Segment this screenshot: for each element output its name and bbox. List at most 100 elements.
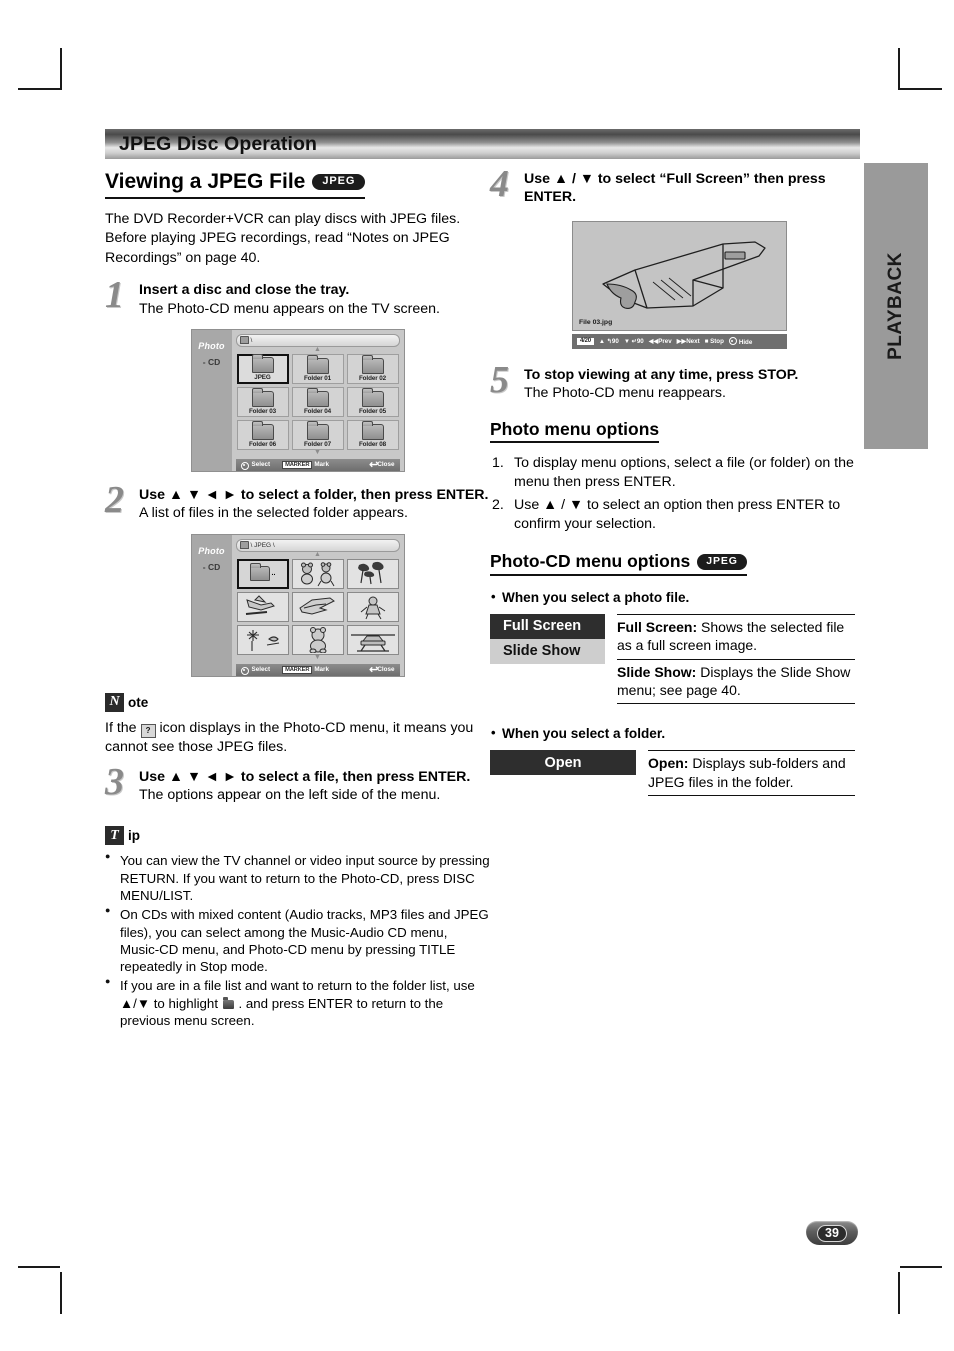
fullscreen-status-bar: 4/20 ▲ ↰90 ▼ ↵90 ◀◀Prev ▶▶Next ■ Stop Hi… [572,333,787,349]
folder-cell-label: Folder 02 [358,374,387,382]
fullscreen-photo-image: File 03.jpg [572,220,787,331]
section-banner: JPEG Disc Operation [105,129,860,159]
scroll-down-arrow-icon[interactable]: ▼ [236,449,400,457]
file-menu-path-bar: \ JPEG \ [235,538,400,552]
folder-cell[interactable]: Folder 06 [236,419,289,450]
file-menu-sidebar: Photo - CD [191,534,232,676]
folder-icon [251,420,274,440]
folder-grid: JPEG Folder 01 Folder 02 Folder 03 Folde… [236,353,400,450]
thumbnail-cell-space-shuttle[interactable] [291,591,344,622]
scroll-up-arrow-icon[interactable]: ▲ [236,551,400,559]
tip-item: On CDs with mixed content (Audio tracks,… [105,905,490,975]
folder-icon [239,336,249,345]
file-menu-sidebar-sub: - CD [202,561,221,572]
thumbnail-cell-clown[interactable] [346,591,399,622]
space-shuttle-illustration-icon [602,241,766,309]
status-select-label: Select [251,666,271,674]
rotate-ccw-control[interactable]: ▼ ↵90 [624,338,644,345]
folder-cell[interactable]: JPEG [236,353,289,384]
thumbnail-cell-trees[interactable] [346,558,399,589]
car-thumbnail-icon [350,634,395,652]
step-1: 1 Insert a disc and close the tray. The … [105,276,490,318]
option-description-row: Full Screen: Shows the selected file as … [617,613,855,659]
scroll-up-arrow-icon[interactable]: ▲ [236,346,400,354]
step-4-number: 4 [490,163,509,205]
prev-control[interactable]: ◀◀Prev [649,338,672,345]
file-menu-path: \ JPEG \ [250,541,275,549]
clown-thumbnail-icon [360,596,385,620]
folder-icon [361,354,384,374]
fireworks-thumbnail-icon [246,629,279,651]
photo-menu-options-list: To display menu options, select a file (… [490,454,855,534]
thumbnail-cell-fireworks[interactable] [236,624,289,655]
folder-cell[interactable]: Folder 03 [236,386,289,417]
option-term: Full Screen: [617,618,698,635]
option-slide-show[interactable]: Slide Show [490,638,605,664]
folder-cell-label: Folder 01 [303,374,332,382]
option-description-row: Slide Show: Displays the Slide Show menu… [617,658,855,705]
crop-mark-top-left-h [18,88,60,90]
folder-menu-status-bar: Select MARKER Mark ↩ Close [235,458,400,472]
enter-circle-icon [240,461,249,470]
scroll-down-arrow-icon[interactable]: ▼ [236,654,400,662]
tip-item: If you are in a file list and want to re… [105,976,490,1029]
folder-icon [361,420,384,440]
folder-menu-screenshot: Photo - CD \ ▲ JPEG Folder 01 Folder 02 … [190,328,405,472]
step-2-title: Use ▲ ▼ ◄ ► to select a folder, then pre… [139,486,489,503]
step-1-title: Insert a disc and close the tray. [139,282,350,299]
rotate-cw-label: 90 [611,337,619,345]
airplane-thumbnail-icon [245,595,275,615]
option-term: Slide Show: [617,663,697,680]
folder-icon [361,387,384,407]
note-text: If the ? icon displays in the Photo-CD m… [105,719,490,758]
right-column: 4 Use ▲ / ▼ to select “Full Screen” then… [490,165,855,797]
crop-mark-bottom-right-h [900,1266,942,1268]
photo-menu-options-item: To display menu options, select a file (… [492,454,854,490]
step-2-number: 2 [105,478,124,521]
thumbnail-cell-car[interactable] [346,624,399,655]
folder-icon [251,387,274,407]
folder-menu-sidebar: Photo - CD [191,329,232,471]
folder-option-descriptions: Open: Displays sub-folders and JPEG file… [648,750,855,797]
tip-glyph-icon: T [105,826,124,846]
thumbnail-cell-airplane-small[interactable] [236,591,289,622]
question-mark-icon: ? [140,723,156,738]
rotate-cw-control[interactable]: ▲ ↰90 [599,338,619,345]
photo-file-option-descriptions: Full Screen: Shows the selected file as … [617,613,855,705]
return-arrow-icon: ↩ [369,459,378,472]
folder-cell[interactable]: Folder 02 [346,353,399,384]
note-text-after: icon displays in the Photo-CD menu, it m… [105,719,474,756]
next-control[interactable]: ▶▶Next [677,338,700,345]
crop-mark-bottom-left-h [18,1266,60,1268]
fullscreen-photo-figure: File 03.jpg 4/20 ▲ ↰90 ▼ ↵90 ◀◀Prev ▶▶Ne… [572,220,787,349]
step-5: 5 To stop viewing at any time, press STO… [490,361,855,403]
thumbnail-cell-teddy-bears[interactable] [291,558,344,589]
return-arrow-icon: ↩ [369,664,378,677]
folder-cell[interactable]: Folder 04 [291,386,344,417]
step-5-desc: The Photo-CD menu reappears. [524,385,726,402]
folder-cell-label: Folder 08 [358,440,387,448]
option-open[interactable]: Open [490,750,636,776]
photocd-menu-options-heading: Photo-CD menu options JPEG [490,551,747,576]
folder-icon [306,387,329,407]
note-label: ote [128,694,149,710]
photo-file-option-menu: Full Screen Slide Show [490,613,605,705]
folder-cell[interactable]: Folder 01 [291,353,344,384]
note-glyph-icon: N [105,692,124,712]
page-title: Viewing a JPEG File JPEG [105,170,366,200]
stop-control[interactable]: ■ Stop [705,338,724,345]
folder-cell[interactable]: Folder 08 [346,419,399,450]
viewing-jpeg-heading-wrap: Viewing a JPEG File JPEG [105,170,490,200]
folder-icon [306,420,329,440]
hide-control[interactable]: Hide [728,336,752,346]
folder-cell[interactable]: Folder 05 [346,386,399,417]
folder-cell[interactable]: Folder 07 [291,419,344,450]
option-full-screen[interactable]: Full Screen [490,613,605,639]
marker-key-icon: MARKER [282,460,313,469]
photocd-menu-options-heading-text: Photo-CD menu options [490,551,691,572]
teddy-bears-thumbnail-icon [300,562,334,587]
jpeg-badge: JPEG [312,173,366,191]
thumbnail-cell-teddy-bear-sitting[interactable] [291,624,344,655]
thumbnail-cell-up-folder[interactable]: .. [236,558,289,589]
photo-counter: 4/20 [577,337,594,345]
